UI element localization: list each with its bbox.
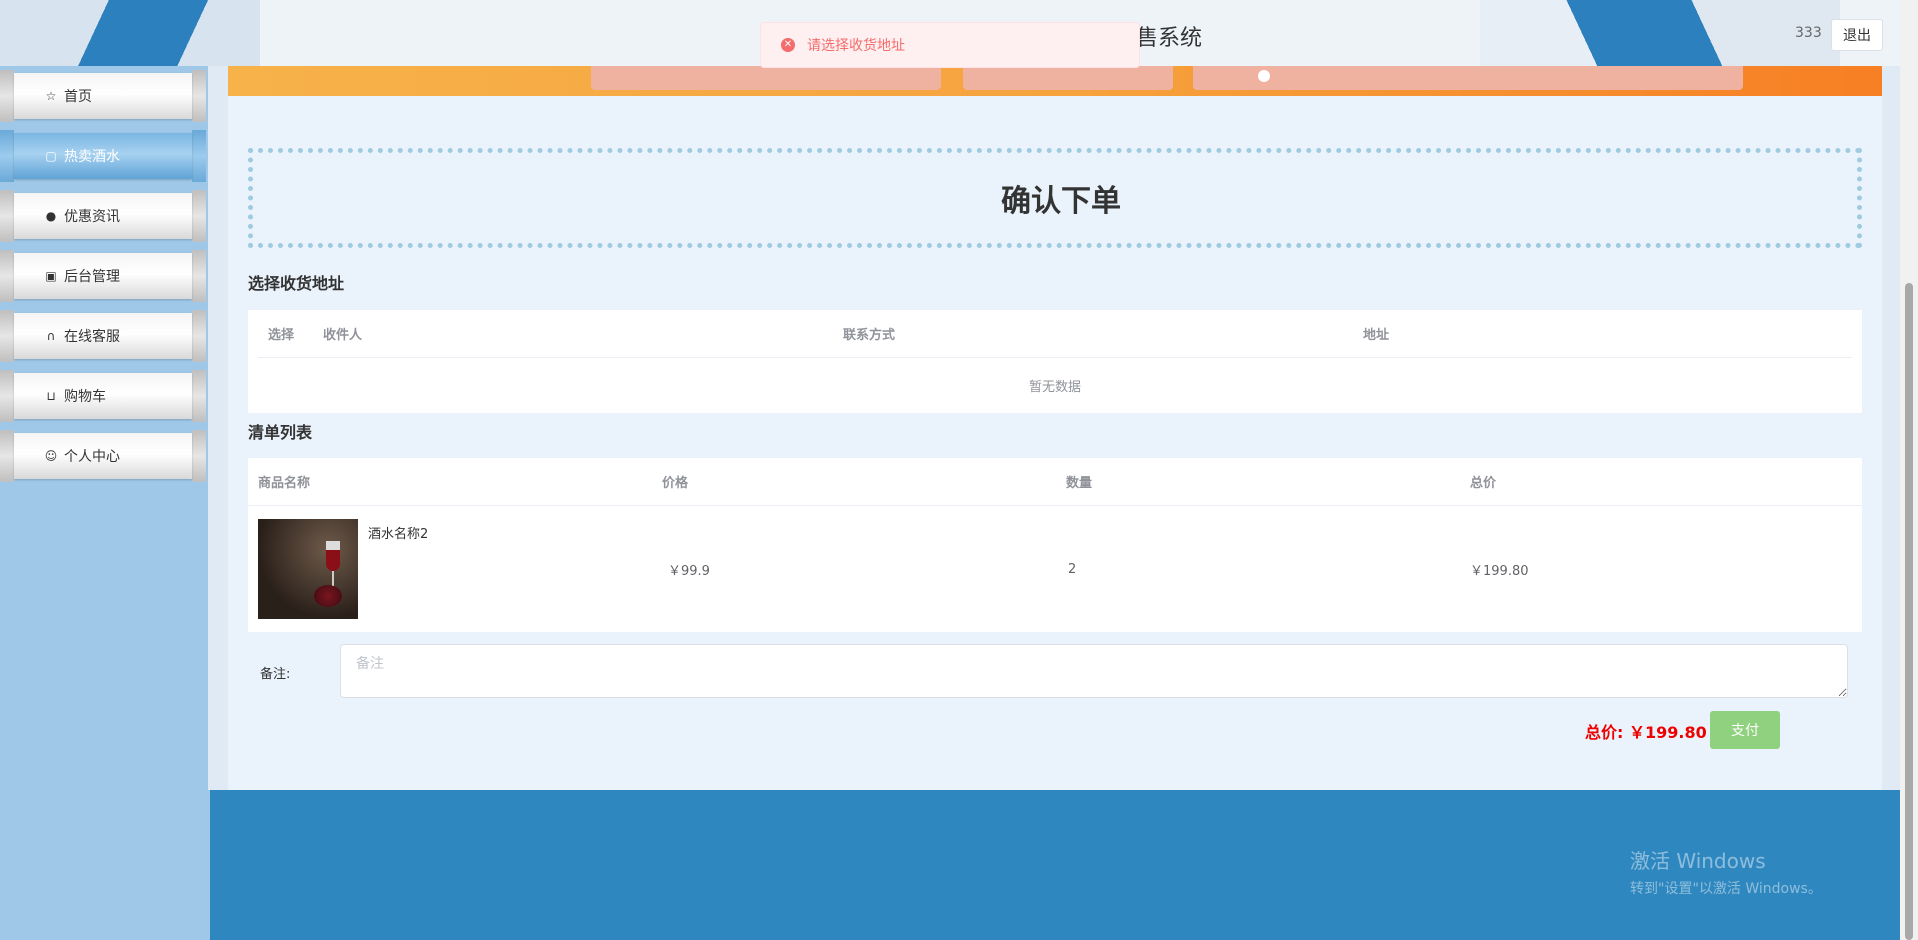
sidebar-item-label: 热卖酒水	[64, 149, 120, 165]
site-title: 售系统	[1136, 26, 1203, 51]
sidebar-item-label: 优惠资讯	[64, 209, 120, 225]
headset-icon: ∩	[46, 329, 56, 343]
header-decoration-left	[0, 0, 260, 66]
sidebar-item-promotions[interactable]: ● 优惠资讯	[0, 190, 208, 242]
order-table: 商品名称 价格 数量 总价 酒水名称2 ￥99.9 2 ￥199.80	[248, 458, 1862, 632]
column-header: 地址	[1363, 328, 1390, 343]
toast-message: 请选择收货地址	[807, 38, 905, 54]
address-section-label: 选择收货地址	[248, 274, 345, 293]
product-name: 酒水名称2	[368, 527, 429, 542]
product-total: ￥199.80	[1470, 563, 1529, 579]
column-header: 数量	[1066, 476, 1093, 491]
column-header: 收件人	[323, 328, 363, 343]
column-header: 商品名称	[258, 476, 311, 491]
page-title: 确认下单	[1001, 184, 1121, 219]
sidebar-item-hot-drinks[interactable]: ▢ 热卖酒水	[0, 130, 208, 182]
banner-image	[228, 66, 1882, 96]
column-header: 联系方式	[843, 328, 896, 343]
remark-label: 备注:	[260, 667, 291, 682]
product-image	[258, 519, 358, 619]
sidebar-item-cart[interactable]: ⊔ 购物车	[0, 370, 208, 422]
page-scrollbar[interactable]	[1900, 0, 1918, 940]
column-header: 总价	[1470, 476, 1497, 491]
logout-button[interactable]: 退出	[1831, 19, 1883, 51]
sidebar-item-label: 在线客服	[64, 329, 120, 345]
product-cell: 酒水名称2	[248, 519, 652, 619]
sidebar-item-profile[interactable]: ☺ 个人中心	[0, 430, 208, 482]
star-icon: ☆	[45, 89, 57, 103]
product-price: ￥99.9	[668, 563, 710, 579]
column-header: 价格	[662, 476, 689, 491]
header-decoration-right	[1480, 0, 1840, 66]
sidebar-item-label: 后台管理	[64, 269, 120, 285]
error-circle-icon: ✕	[781, 38, 795, 52]
sidebar-item-label: 个人中心	[64, 449, 120, 465]
page-title-box: 确认下单	[248, 148, 1862, 248]
sidebar-item-support[interactable]: ∩ 在线客服	[0, 310, 208, 362]
sidebar-item-label: 首页	[64, 89, 92, 105]
cart-icon: ⊔	[46, 389, 56, 403]
order-total: 总价: ￥199.80	[1585, 723, 1707, 742]
username: 333	[1795, 25, 1822, 41]
pay-button[interactable]: 支付	[1710, 711, 1780, 749]
scrollbar-thumb[interactable]	[1905, 283, 1913, 940]
sidebar-item-label: 购物车	[64, 389, 106, 405]
table-row: 酒水名称2 ￥99.9 2 ￥199.80	[248, 506, 1862, 632]
windows-activation-watermark: 激活 Windows 转到"设置"以激活 Windows。	[1630, 845, 1822, 898]
watermark-line-1: 激活 Windows	[1630, 849, 1766, 873]
user-icon: ☺	[44, 449, 58, 463]
address-table: 选择 收件人 联系方式 地址 暂无数据	[248, 310, 1862, 413]
carousel-indicator[interactable]	[1258, 70, 1270, 82]
order-table-header: 商品名称 价格 数量 总价	[248, 458, 1862, 506]
remark-input[interactable]	[340, 644, 1848, 698]
sidebar: ☆ 首页 ▢ 热卖酒水 ● 优惠资讯 ▣ 后台管理 ∩ 在线客服 ⊔ 购物车 ☺ 个人中心	[0, 66, 208, 940]
empty-text: 暂无数据	[1028, 380, 1081, 395]
sidebar-item-home[interactable]: ☆ 首页	[0, 70, 208, 122]
order-list-section-label: 清单列表	[248, 423, 313, 442]
info-icon: ●	[45, 209, 57, 223]
column-header: 选择	[268, 328, 295, 343]
product-quantity: 2	[1068, 561, 1077, 577]
bag-icon: ▢	[45, 149, 57, 163]
briefcase-icon: ▣	[45, 269, 57, 283]
error-toast: ✕ 请选择收货地址	[760, 22, 1140, 68]
sidebar-item-admin[interactable]: ▣ 后台管理	[0, 250, 208, 302]
watermark-line-2: 转到"设置"以激活 Windows。	[1630, 881, 1822, 897]
address-table-header: 选择 收件人 联系方式 地址	[258, 310, 1852, 358]
